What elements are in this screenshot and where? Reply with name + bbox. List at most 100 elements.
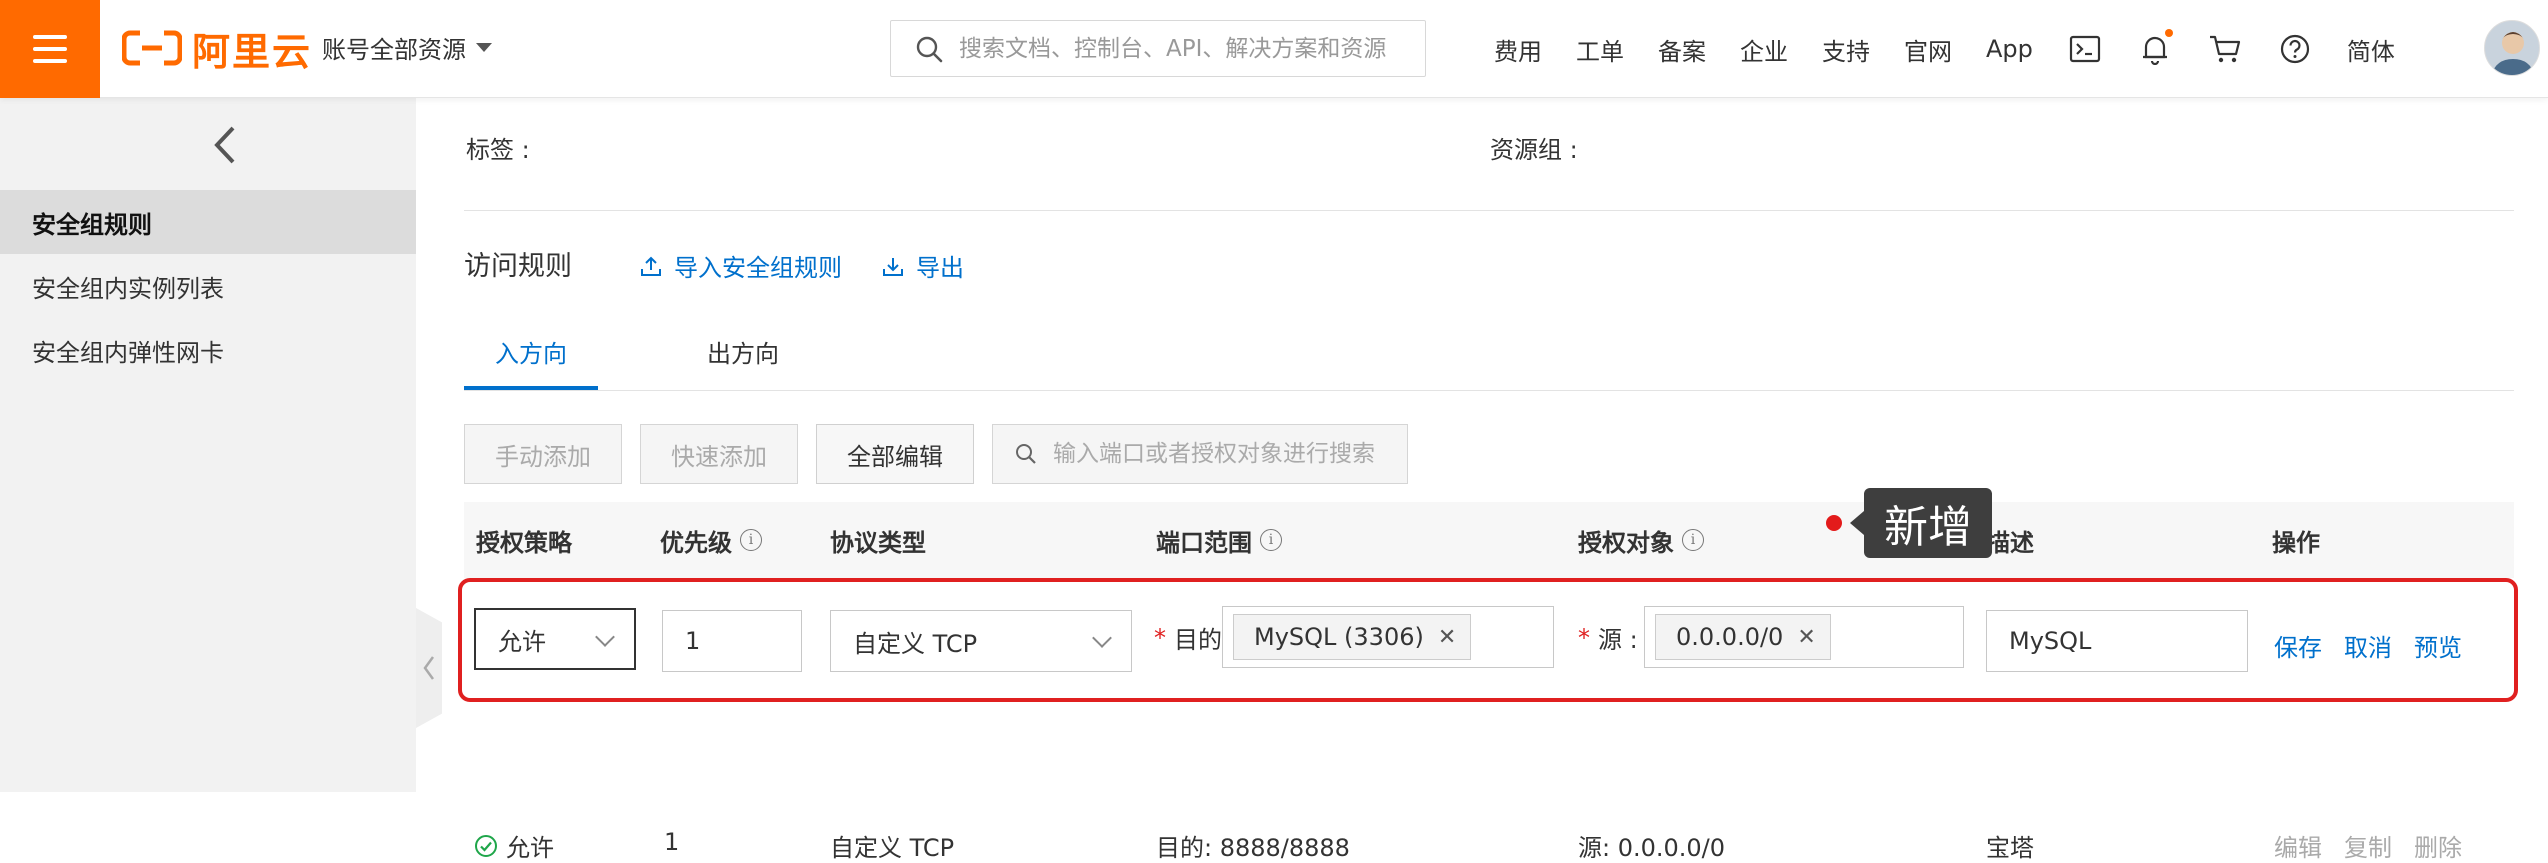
source-label-text: 源 : bbox=[1598, 626, 1638, 654]
avatar[interactable] bbox=[2484, 20, 2540, 76]
info-icon[interactable]: i bbox=[1682, 529, 1704, 551]
destination-port-input[interactable]: MySQL (3306) ✕ bbox=[1222, 606, 1554, 668]
column-label: 协议类型 bbox=[830, 528, 926, 557]
column-label: 授权对象 bbox=[1578, 528, 1674, 557]
aliyun-logo[interactable]: 阿里云 bbox=[122, 26, 312, 74]
caret-down-icon bbox=[476, 43, 492, 52]
table-header: 授权策略 优先级 i 协议类型 端口范围 i 授权对象 i 描述 操作 bbox=[464, 502, 2514, 578]
tooltip-text: 新增 bbox=[1850, 488, 1992, 558]
row-source: 源: 0.0.0.0/0 bbox=[1578, 834, 1726, 862]
row-priority: 1 bbox=[664, 828, 680, 856]
edit-button[interactable]: 编辑 bbox=[2274, 828, 2322, 863]
close-icon[interactable]: ✕ bbox=[1797, 625, 1815, 650]
chevron-down-icon bbox=[1092, 628, 1112, 648]
sidebar-item-instance-list[interactable]: 安全组内实例列表 bbox=[0, 254, 416, 318]
chevron-down-icon bbox=[595, 627, 615, 647]
nav-support[interactable]: 支持 bbox=[1822, 32, 1870, 67]
sidebar-item-label: 安全组规则 bbox=[32, 210, 152, 239]
column-header-actions: 操作 bbox=[2272, 502, 2320, 578]
rule-search-box[interactable] bbox=[992, 424, 1408, 484]
import-rules-label: 导入安全组规则 bbox=[674, 254, 842, 282]
nav-official-site[interactable]: 官网 bbox=[1904, 32, 1952, 67]
resource-group-label: 资源组 : bbox=[1490, 136, 1578, 164]
nav-billing[interactable]: 费用 bbox=[1494, 32, 1542, 67]
edit-row-actions: 保存 取消 预览 bbox=[2274, 628, 2462, 663]
divider bbox=[464, 390, 2514, 391]
cart-icon[interactable] bbox=[2207, 31, 2243, 67]
priority-value: 1 bbox=[685, 627, 701, 655]
import-rules-link[interactable]: 导入安全组规则 bbox=[640, 248, 842, 283]
terminal-icon[interactable] bbox=[2067, 31, 2103, 67]
column-label: 端口范围 bbox=[1156, 528, 1252, 557]
language-switch[interactable]: 简体 bbox=[2347, 32, 2395, 67]
help-icon[interactable] bbox=[2277, 31, 2313, 67]
info-icon[interactable]: i bbox=[740, 529, 762, 551]
notification-dot bbox=[2164, 29, 2173, 37]
column-header-port-range: 端口范围 i bbox=[1156, 502, 1282, 578]
column-header-priority: 优先级 i bbox=[660, 502, 762, 578]
column-header-protocol: 协议类型 bbox=[830, 502, 926, 578]
sidebar-item-elastic-nic[interactable]: 安全组内弹性网卡 bbox=[0, 318, 416, 382]
row-protocol: 自定义 TCP bbox=[830, 834, 955, 862]
required-asterisk: * bbox=[1154, 623, 1166, 652]
port-tag-label: MySQL (3306) bbox=[1254, 623, 1424, 651]
protocol-select[interactable]: 自定义 TCP bbox=[830, 610, 1132, 672]
menu-icon[interactable] bbox=[0, 0, 100, 98]
edit-all-button[interactable]: 全部编辑 bbox=[816, 424, 974, 484]
global-search-input[interactable] bbox=[959, 35, 1399, 62]
manual-add-button[interactable]: 手动添加 bbox=[464, 424, 622, 484]
close-icon[interactable]: ✕ bbox=[1438, 625, 1456, 650]
description-input[interactable]: MySQL bbox=[1986, 610, 2248, 672]
aliyun-logo-mark-icon bbox=[122, 30, 182, 66]
protocol-value: 自定义 TCP bbox=[853, 629, 978, 658]
rule-search-input[interactable] bbox=[1053, 441, 1403, 467]
upload-icon bbox=[641, 256, 661, 276]
description-value: MySQL bbox=[2009, 627, 2092, 655]
row-description: 宝塔 bbox=[1986, 834, 2034, 862]
brand-name: 阿里云 bbox=[192, 29, 313, 74]
new-rule-tooltip: 新增 bbox=[1826, 488, 1992, 558]
column-label: 描述 bbox=[1986, 528, 2034, 557]
tab-outbound[interactable]: 出方向 bbox=[678, 334, 808, 390]
copy-button[interactable]: 复制 bbox=[2344, 828, 2392, 863]
download-icon bbox=[883, 257, 903, 276]
chevron-left-icon bbox=[214, 126, 235, 164]
info-icon[interactable]: i bbox=[1260, 529, 1282, 551]
column-label: 优先级 bbox=[660, 528, 732, 557]
quick-add-button[interactable]: 快速添加 bbox=[640, 424, 798, 484]
collapse-sidebar-button[interactable] bbox=[205, 120, 245, 170]
tags-label: 标签 : bbox=[466, 136, 530, 164]
column-header-description: 描述 bbox=[1986, 502, 2034, 578]
nav-icp-filing[interactable]: 备案 bbox=[1658, 32, 1706, 67]
row-policy: 允许 bbox=[506, 834, 554, 862]
column-label: 操作 bbox=[2272, 528, 2320, 557]
row-port: 目的: 8888/8888 bbox=[1156, 834, 1350, 862]
port-tag: MySQL (3306) ✕ bbox=[1233, 614, 1472, 660]
priority-input[interactable]: 1 bbox=[662, 610, 802, 672]
section-title: 访问规则 bbox=[464, 251, 572, 282]
nav-tickets[interactable]: 工单 bbox=[1576, 32, 1624, 67]
preview-button[interactable]: 预览 bbox=[2414, 628, 2462, 663]
save-button[interactable]: 保存 bbox=[2274, 628, 2322, 663]
account-resources-dropdown[interactable]: 账号全部资源 bbox=[322, 30, 492, 65]
policy-select[interactable]: 允许 bbox=[474, 608, 636, 670]
nav-app[interactable]: App bbox=[1986, 35, 2033, 63]
policy-value: 允许 bbox=[498, 627, 546, 656]
main-content: 标签 : 资源组 : 访问规则 导入安全组规则 导出 入方向 出方向 手动添加 … bbox=[416, 98, 2548, 862]
cancel-button[interactable]: 取消 bbox=[2344, 628, 2392, 663]
export-label: 导出 bbox=[916, 254, 964, 282]
delete-button[interactable]: 删除 bbox=[2414, 828, 2462, 863]
destination-label-text: 目的 bbox=[1174, 626, 1222, 654]
bell-icon[interactable] bbox=[2137, 29, 2173, 67]
sidebar-item-security-group-rules[interactable]: 安全组规则 bbox=[0, 190, 416, 254]
marker-dot bbox=[1826, 515, 1842, 531]
top-navigation-bar: 阿里云 账号全部资源 费用 工单 备案 企业 支持 官网 App 简 bbox=[0, 0, 2548, 98]
table-row: 允许 bbox=[474, 828, 554, 863]
source-label: * 源 : bbox=[1578, 620, 1638, 655]
source-input[interactable]: 0.0.0.0/0 ✕ bbox=[1644, 606, 1964, 668]
tab-inbound[interactable]: 入方向 bbox=[464, 334, 598, 390]
nav-enterprise[interactable]: 企业 bbox=[1740, 32, 1788, 67]
export-link[interactable]: 导出 bbox=[882, 248, 964, 283]
search-icon bbox=[1016, 444, 1036, 464]
global-search-box[interactable] bbox=[890, 20, 1426, 77]
